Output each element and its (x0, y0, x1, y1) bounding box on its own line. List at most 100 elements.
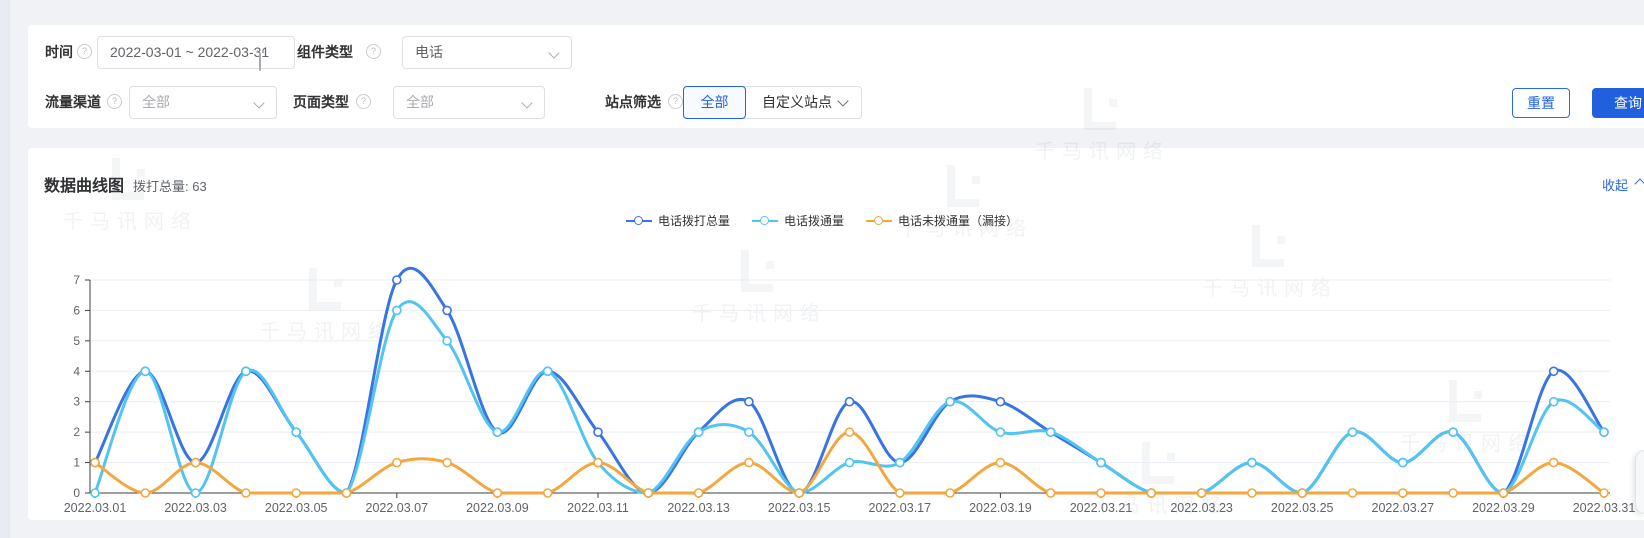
legend-marker-icon (752, 216, 778, 226)
data-point[interactable] (1248, 459, 1256, 467)
data-point[interactable] (1550, 398, 1558, 406)
data-point[interactable] (393, 276, 401, 284)
page-type-select[interactable]: 全部 (393, 86, 545, 119)
data-point[interactable] (795, 489, 803, 497)
component-type-select[interactable]: 电话 (402, 36, 572, 69)
data-point[interactable] (1298, 489, 1306, 497)
x-tick-label: 2022.03.07 (366, 501, 429, 515)
date-range-value: 2022-03-01 ~ 2022-03-31 (110, 44, 269, 60)
data-point[interactable] (1248, 489, 1256, 497)
data-point[interactable] (493, 489, 501, 497)
traffic-channel-select[interactable]: 全部 (129, 86, 277, 119)
data-point[interactable] (1550, 367, 1558, 375)
chevron-down-icon (837, 95, 848, 106)
data-point[interactable] (1097, 489, 1105, 497)
y-tick-label: 7 (73, 273, 80, 287)
legend-item-1[interactable]: 电话拨通量 (752, 212, 844, 229)
data-point[interactable] (1600, 428, 1608, 436)
data-point[interactable] (996, 428, 1004, 436)
data-point[interactable] (996, 398, 1004, 406)
data-point[interactable] (242, 489, 250, 497)
data-point[interactable] (1449, 428, 1457, 436)
reset-button[interactable]: 重置 (1512, 88, 1570, 118)
y-tick-label: 6 (73, 303, 80, 317)
data-point[interactable] (393, 306, 401, 314)
data-point[interactable] (1550, 459, 1558, 467)
traffic-channel-value: 全部 (142, 94, 170, 110)
data-point[interactable] (1399, 459, 1407, 467)
data-point[interactable] (846, 459, 854, 467)
data-point[interactable] (695, 428, 703, 436)
data-point[interactable] (443, 306, 451, 314)
data-point[interactable] (1600, 489, 1608, 497)
x-tick-label: 2022.03.03 (164, 501, 227, 515)
data-point[interactable] (846, 428, 854, 436)
data-point[interactable] (141, 367, 149, 375)
data-point[interactable] (343, 489, 351, 497)
date-range-input[interactable]: 2022-03-01 ~ 2022-03-31 (97, 36, 295, 69)
data-point[interactable] (1399, 489, 1407, 497)
data-point[interactable] (1499, 489, 1507, 497)
data-point[interactable] (1449, 489, 1457, 497)
site-filter-custom-button[interactable]: 自定义站点 (746, 87, 861, 118)
time-help-icon[interactable]: ? (77, 44, 92, 59)
data-point[interactable] (141, 489, 149, 497)
data-point[interactable] (192, 489, 200, 497)
data-point[interactable] (443, 459, 451, 467)
data-point[interactable] (1147, 489, 1155, 497)
data-point[interactable] (1047, 428, 1055, 436)
time-label: 时间 (45, 44, 73, 60)
x-tick-label: 2022.03.31 (1573, 501, 1636, 515)
traffic-channel-help-icon[interactable]: ? (107, 94, 122, 109)
data-point[interactable] (996, 459, 1004, 467)
x-tick-label: 2022.03.01 (64, 501, 127, 515)
data-point[interactable] (91, 489, 99, 497)
data-point[interactable] (594, 428, 602, 436)
data-point[interactable] (896, 489, 904, 497)
data-point[interactable] (594, 459, 602, 467)
line-chart[interactable]: 012345672022.03.012022.03.032022.03.0520… (0, 240, 1644, 530)
data-point[interactable] (192, 459, 200, 467)
chevron-down-icon (521, 97, 532, 108)
data-point[interactable] (1198, 489, 1206, 497)
data-point[interactable] (292, 489, 300, 497)
legend-item-2[interactable]: 电话未拨通量（漏接） (866, 212, 1018, 229)
data-point[interactable] (1349, 489, 1357, 497)
data-point[interactable] (292, 428, 300, 436)
data-point[interactable] (1349, 428, 1357, 436)
page-type-label: 页面类型 (293, 94, 349, 110)
collapse-link[interactable]: 收起 (1602, 175, 1628, 194)
data-point[interactable] (1097, 459, 1105, 467)
data-point[interactable] (242, 367, 250, 375)
component-type-help-icon[interactable]: ? (366, 44, 381, 59)
legend-marker-icon (866, 216, 892, 226)
chevron-up-icon[interactable] (1634, 178, 1644, 189)
data-point[interactable] (1047, 489, 1055, 497)
chart-subtitle-total: 拨打总量: 63 (133, 176, 207, 195)
page-type-help-icon[interactable]: ? (356, 94, 371, 109)
data-point[interactable] (644, 489, 652, 497)
data-point[interactable] (544, 489, 552, 497)
site-filter-all-button[interactable]: 全部 (683, 86, 746, 119)
floating-widget-edge[interactable] (1635, 450, 1644, 514)
query-button[interactable]: 查询 (1592, 88, 1644, 118)
x-tick-label: 2022.03.17 (869, 501, 932, 515)
x-tick-label: 2022.03.23 (1170, 501, 1233, 515)
data-point[interactable] (393, 459, 401, 467)
data-point[interactable] (896, 459, 904, 467)
legend-item-0[interactable]: 电话拨打总量 (626, 212, 730, 229)
y-tick-label: 5 (73, 334, 80, 348)
data-point[interactable] (695, 489, 703, 497)
data-point[interactable] (846, 398, 854, 406)
site-filter-help-icon[interactable]: ? (668, 94, 683, 109)
data-point[interactable] (745, 428, 753, 436)
data-point[interactable] (745, 398, 753, 406)
data-point[interactable] (544, 367, 552, 375)
data-point[interactable] (946, 398, 954, 406)
data-point[interactable] (91, 459, 99, 467)
data-point[interactable] (946, 489, 954, 497)
data-point[interactable] (443, 337, 451, 345)
data-point[interactable] (493, 428, 501, 436)
data-point[interactable] (745, 459, 753, 467)
x-tick-label: 2022.03.11 (567, 501, 629, 515)
